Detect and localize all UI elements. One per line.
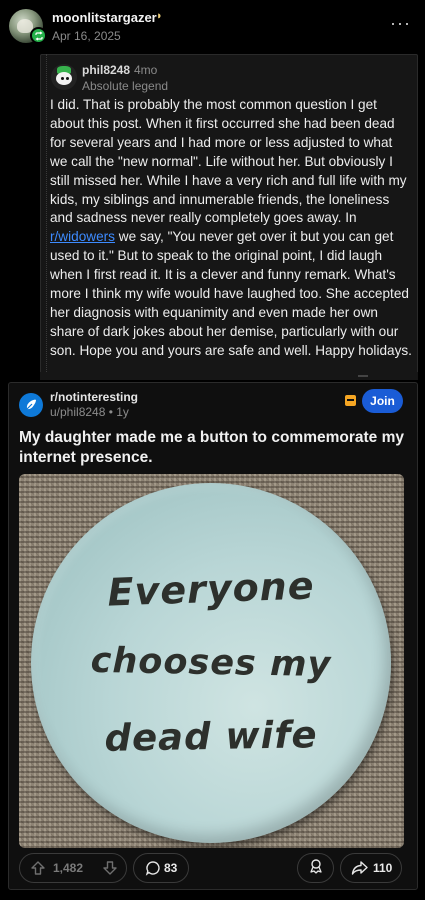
upvote-icon[interactable] xyxy=(30,860,46,881)
comment-text-part1: I did. That is probably the most common … xyxy=(50,97,407,226)
comment-age: 4mo xyxy=(134,63,158,77)
share-button[interactable]: 110 xyxy=(340,853,402,883)
comment-username[interactable]: phil8248 xyxy=(82,63,130,77)
subreddit-icon[interactable] xyxy=(19,393,43,417)
post-date: Apr 16, 2025 xyxy=(52,29,121,43)
thread-line xyxy=(46,54,47,380)
subreddit-link[interactable]: r/widowers xyxy=(50,229,115,244)
button-text-line-3: dead wife xyxy=(104,713,318,760)
join-button[interactable]: Join xyxy=(362,389,403,413)
subreddit-name[interactable]: r/notinteresting xyxy=(50,390,138,404)
comment-fade xyxy=(40,372,418,380)
post-title[interactable]: My daughter made me a button to commemor… xyxy=(19,428,409,468)
comment-icon xyxy=(145,860,161,881)
share-icon xyxy=(351,860,368,881)
post-image[interactable]: Everyone chooses my dead wife xyxy=(19,474,404,848)
mod-shield-icon xyxy=(345,395,356,406)
button-text-line-2: chooses my xyxy=(90,640,332,686)
award-button[interactable] xyxy=(297,853,334,883)
button-text-line-1: Everyone xyxy=(106,563,316,615)
more-options-button[interactable]: ··· xyxy=(390,14,411,32)
bottom-edge xyxy=(0,895,425,900)
downvote-icon[interactable] xyxy=(102,860,118,881)
post-meta: u/phil8248 • 1y xyxy=(50,405,129,419)
username[interactable]: moonlitstargazer xyxy=(52,10,157,25)
button-pin-image: Everyone chooses my dead wife xyxy=(31,483,391,843)
repost-icon xyxy=(30,27,47,44)
comment-count: 83 xyxy=(164,861,178,875)
comment-body: I did. That is probably the most common … xyxy=(50,96,412,361)
share-count: 110 xyxy=(373,861,393,875)
upvote-count: 1,482 xyxy=(53,861,84,875)
comment-text-part2: we say, "You never get over it but you c… xyxy=(50,229,412,358)
vote-bar: 1,482 xyxy=(19,853,127,883)
comment-button[interactable]: 83 xyxy=(133,853,189,883)
comment-avatar[interactable] xyxy=(51,64,77,90)
award-icon xyxy=(308,858,324,879)
post-header: moonlitstargazer ◗ Apr 16, 2025 ··· xyxy=(0,0,425,52)
user-flair: Absolute legend xyxy=(82,79,169,93)
moon-icon: ◗ xyxy=(156,10,163,22)
